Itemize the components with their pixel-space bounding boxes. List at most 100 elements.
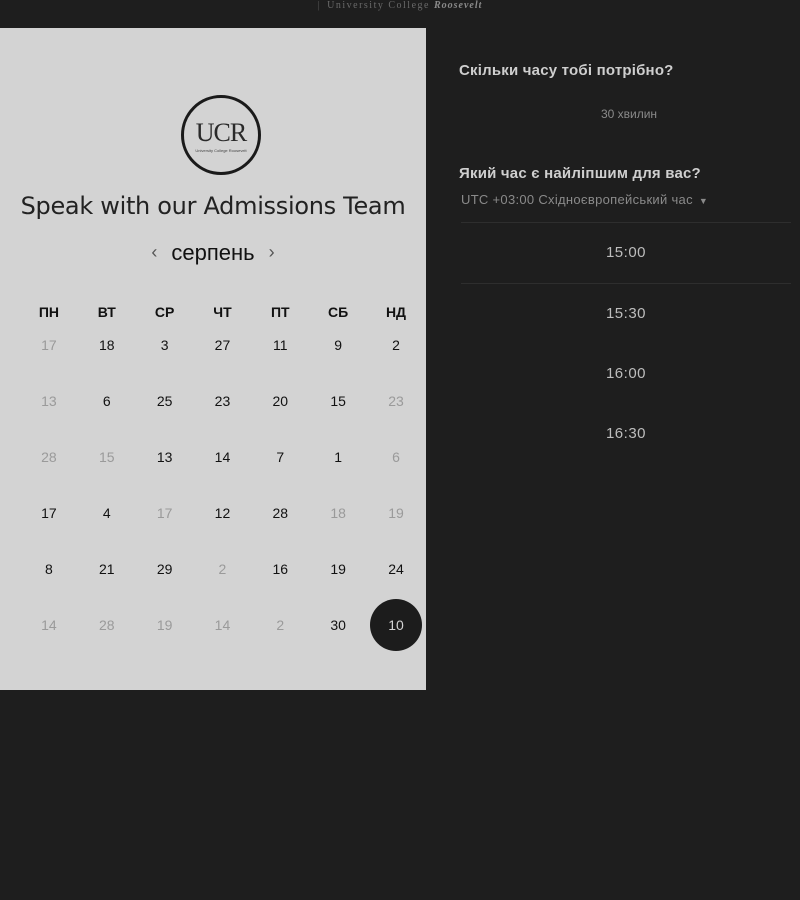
calendar-week: 13 6 25 23 20 15 23: [20, 384, 425, 440]
day-number: 28: [98, 617, 115, 633]
day-number: 3: [160, 337, 169, 353]
day-number: 12: [214, 505, 231, 521]
calendar-day: 17: [136, 496, 194, 530]
day-number: 15: [330, 393, 346, 409]
weekday-sun: НД: [385, 304, 407, 320]
brand-divider: |: [317, 0, 322, 11]
day-number: 21: [98, 561, 115, 577]
calendar-week: 8 21 29 2 16 19 24: [20, 552, 425, 608]
day-number: 20: [272, 393, 289, 409]
day-number: 27: [214, 337, 231, 353]
calendar-day: 23: [367, 384, 425, 418]
day-number: 28: [272, 505, 289, 521]
weekday-thu: ЧТ: [213, 304, 232, 320]
calendar-day[interactable]: 9: [309, 328, 367, 362]
time-slot-list: 15:00 15:30 16:00 16:30: [461, 222, 791, 464]
calendar-day: 18: [309, 496, 367, 530]
weekday-header: ПН ВТ СР ЧТ ПТ СБ НД: [20, 304, 425, 320]
calendar-day[interactable]: 8: [20, 552, 78, 586]
calendar-day[interactable]: 17: [20, 496, 78, 530]
day-number: 25: [156, 393, 173, 409]
calendar-day: 19: [367, 496, 425, 530]
calendar-day[interactable]: 2: [367, 328, 425, 362]
calendar-day[interactable]: 23: [194, 384, 252, 418]
calendar-day[interactable]: 18: [78, 328, 136, 362]
day-number: 28: [41, 449, 57, 465]
day-number: 2: [392, 337, 400, 353]
weekday-mon: ПН: [38, 304, 60, 320]
day-number: 29: [156, 561, 173, 577]
day-number: 1: [334, 449, 343, 465]
calendar-day[interactable]: 14: [194, 440, 252, 474]
day-number: 19: [156, 617, 173, 633]
calendar-day[interactable]: 12: [194, 496, 252, 530]
calendar-panel: UCR University College Roosevelt Speak w…: [0, 28, 426, 690]
chevron-right-icon[interactable]: ›: [255, 242, 289, 263]
calendar-grid: 17 18 3 27 11 9 2 13 6 25 23 20 15 23 28 15 13 14 7 1 6 17 4 17…: [20, 328, 425, 664]
day-number: 8: [45, 561, 53, 577]
duration-option[interactable]: 30 хвилин: [459, 107, 799, 121]
chevron-left-icon[interactable]: ‹: [137, 242, 171, 263]
calendar-week: 17 18 3 27 11 9 2: [20, 328, 425, 384]
calendar-day[interactable]: 19: [309, 552, 367, 586]
day-number: 14: [41, 617, 57, 633]
day-number: 2: [276, 617, 285, 633]
day-number: 18: [98, 337, 115, 353]
day-number: 17: [156, 505, 173, 521]
weekday-wed: СР: [154, 304, 175, 320]
day-number: 19: [330, 561, 346, 577]
timezone-label: UTC +03:00 Східноєвропейський час: [461, 192, 693, 207]
time-slot[interactable]: 15:00: [461, 223, 791, 283]
day-number: 4: [102, 505, 111, 521]
day-number: 23: [214, 393, 231, 409]
month-label: серпень: [171, 240, 255, 265]
calendar-day[interactable]: 11: [251, 328, 309, 362]
calendar-day: 28: [78, 608, 136, 642]
weekday-tue: ВТ: [97, 304, 116, 320]
time-slot[interactable]: 15:30: [461, 284, 791, 344]
day-number: 24: [388, 561, 404, 577]
calendar-day[interactable]: 24: [367, 552, 425, 586]
calendar-day-selected[interactable]: 10: [367, 608, 425, 642]
timezone-select[interactable]: UTC +03:00 Східноєвропейський час ▼: [461, 192, 708, 207]
calendar-day[interactable]: 30: [309, 608, 367, 642]
day-number: 16: [272, 561, 289, 577]
day-number: 14: [214, 449, 231, 465]
calendar-day[interactable]: 25: [136, 384, 194, 418]
day-number: 13: [41, 393, 57, 409]
day-number: 19: [388, 505, 404, 521]
calendar-day: 28: [20, 440, 78, 474]
duration-question: Скільки часу тобі потрібно?: [459, 62, 674, 79]
calendar-day[interactable]: 1: [309, 440, 367, 474]
calendar-day[interactable]: 28: [251, 496, 309, 530]
weekday-sat: СБ: [328, 304, 349, 320]
day-number: 17: [41, 337, 57, 353]
calendar-day: 14: [20, 608, 78, 642]
calendar-day[interactable]: 6: [78, 384, 136, 418]
time-panel: Скільки часу тобі потрібно? 30 хвилин Як…: [459, 0, 799, 900]
day-number: 23: [388, 393, 404, 409]
calendar-day[interactable]: 3: [136, 328, 194, 362]
calendar-day[interactable]: 21: [78, 552, 136, 586]
day-number: 7: [276, 449, 285, 465]
day-number: 18: [330, 505, 346, 521]
calendar-day[interactable]: 27: [194, 328, 252, 362]
time-slot[interactable]: 16:30: [461, 404, 791, 464]
calendar-day[interactable]: 16: [251, 552, 309, 586]
calendar-day[interactable]: 20: [251, 384, 309, 418]
calendar-day[interactable]: 7: [251, 440, 309, 474]
calendar-day[interactable]: 15: [309, 384, 367, 418]
day-number: 6: [102, 393, 111, 409]
day-number: 9: [334, 337, 343, 353]
calendar-week: 14 28 19 14 2 30 10: [20, 608, 425, 664]
day-number: 11: [273, 337, 288, 353]
calendar-day[interactable]: 13: [136, 440, 194, 474]
day-number: 6: [392, 449, 400, 465]
day-number: 14: [214, 617, 231, 633]
time-slot[interactable]: 16:00: [461, 344, 791, 404]
ucr-logo: UCR University College Roosevelt: [181, 95, 261, 175]
month-navigator: ‹ серпень ›: [0, 240, 426, 266]
calendar-day[interactable]: 4: [78, 496, 136, 530]
calendar-day[interactable]: 29: [136, 552, 194, 586]
day-number: 2: [218, 561, 227, 577]
